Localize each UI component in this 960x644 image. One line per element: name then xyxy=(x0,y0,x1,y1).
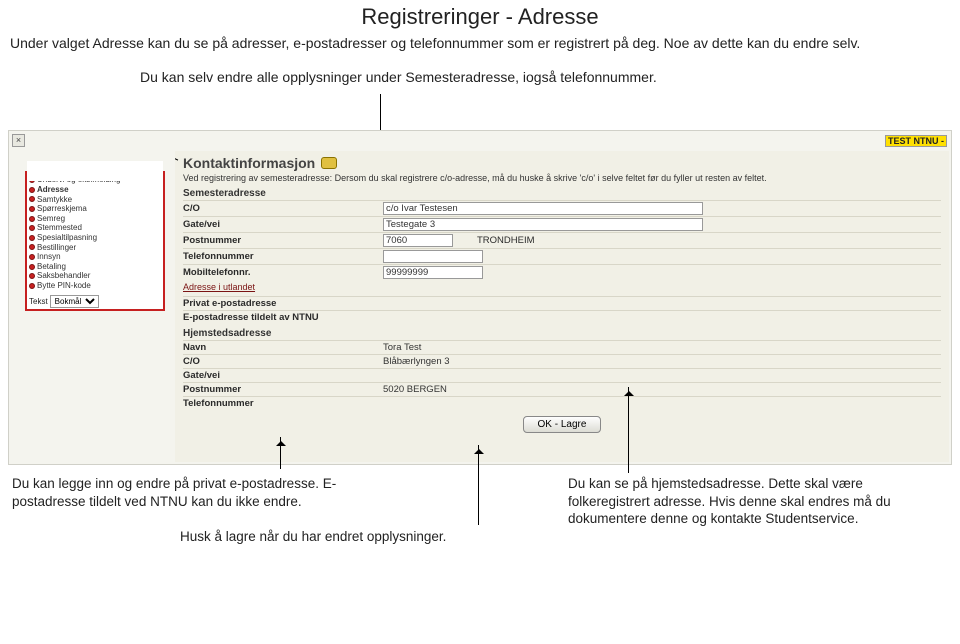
row-hjem-co: C/O Blåbærlyngen 3 xyxy=(183,354,941,368)
sidebar-top-cover xyxy=(27,161,163,181)
sidebar-item-saksbehandler[interactable]: Saksbehandler xyxy=(29,271,161,281)
input-co[interactable] xyxy=(383,202,703,215)
sidebar-item-samtykke[interactable]: Samtykke xyxy=(29,195,161,205)
link-utland[interactable]: Adresse i utlandet xyxy=(183,282,941,292)
input-mobil[interactable] xyxy=(383,266,483,279)
sidebar-item-adresse[interactable]: Adresse xyxy=(29,185,161,195)
app-screenshot: × TEST NTNU - Underv. og eks.melding Adr… xyxy=(8,130,952,465)
bullet-icon xyxy=(29,283,35,289)
note-husk: Husk å lagre når du har endret opplysnin… xyxy=(180,529,446,544)
intro-paragraph-2-text: Du kan selv endre alle opplysninger unde… xyxy=(140,69,657,85)
label-privat-epost: Privat e-postadresse xyxy=(183,298,383,309)
row-privat-epost: Privat e-postadresse xyxy=(183,296,941,310)
ok-lagre-button[interactable]: OK - Lagre xyxy=(523,416,602,433)
label-hjem-postnr: Postnummer xyxy=(183,384,383,395)
language-selector-row: Tekst Bokmål xyxy=(29,295,161,308)
environment-tag: TEST NTNU - xyxy=(885,135,947,147)
language-label: Tekst xyxy=(29,297,48,306)
close-icon[interactable]: × xyxy=(12,134,25,147)
sidebar-item-label: Spesialtilpasning xyxy=(37,233,97,243)
language-select[interactable]: Bokmål xyxy=(50,295,99,308)
label-tlf: Telefonnummer xyxy=(183,251,383,262)
bullet-icon xyxy=(29,187,35,193)
sidebar-item-semreg[interactable]: Semreg xyxy=(29,214,161,224)
sidebar-item-label: Samtykke xyxy=(37,195,72,205)
sidebar-item-bytte-pin[interactable]: Bytte PIN-kode xyxy=(29,281,161,291)
arrow-to-hjemsted xyxy=(628,387,629,473)
row-hjem-postnr: Postnummer 5020 BERGEN xyxy=(183,382,941,396)
bullet-icon xyxy=(29,235,35,241)
arrow-to-lagre xyxy=(478,445,479,525)
row-tlf: Telefonnummer xyxy=(183,248,941,264)
input-gate[interactable] xyxy=(383,218,703,231)
arrow-to-epost xyxy=(280,437,281,469)
sidebar-item-spesialtilpasning[interactable]: Spesialtilpasning xyxy=(29,233,161,243)
row-hjem-gate: Gate/vei xyxy=(183,368,941,382)
bullet-icon xyxy=(29,196,35,202)
row-mobil: Mobiltelefonnr. xyxy=(183,264,941,280)
section-hjemsted: Hjemstedsadresse xyxy=(183,328,941,339)
row-hjem-navn: Navn Tora Test xyxy=(183,340,941,354)
sidebar-item-label: Bestillinger xyxy=(37,243,76,253)
bullet-icon xyxy=(29,225,35,231)
sidebar-item-label: Betaling xyxy=(37,262,66,272)
label-hjem-navn: Navn xyxy=(183,342,383,353)
row-gate: Gate/vei xyxy=(183,216,941,232)
sidebar: Underv. og eks.melding Adresse Samtykke … xyxy=(25,171,165,311)
bullet-icon xyxy=(29,273,35,279)
label-gate: Gate/vei xyxy=(183,219,383,230)
value-hjem-co: Blåbærlyngen 3 xyxy=(383,356,450,367)
note-hjemsted: Du kan se på hjemstedsadresse. Dette ska… xyxy=(568,475,948,528)
row-co: C/O xyxy=(183,200,941,216)
bullet-icon xyxy=(29,254,35,260)
bullet-icon xyxy=(29,216,35,222)
section-semesteradresse: Semesteradresse xyxy=(183,188,941,199)
sidebar-item-label: Saksbehandler xyxy=(37,271,90,281)
sidebar-item-betaling[interactable]: Betaling xyxy=(29,262,161,272)
label-postnr: Postnummer xyxy=(183,235,383,246)
sidebar-item-bestillinger[interactable]: Bestillinger xyxy=(29,243,161,253)
label-co: C/O xyxy=(183,203,383,214)
main-panel: ↖ Kontaktinformasjon Ved registrering av… xyxy=(175,151,949,462)
bullet-icon xyxy=(29,244,35,250)
bullet-icon xyxy=(29,206,35,212)
face-icon xyxy=(321,157,337,169)
label-hjem-tlf: Telefonnummer xyxy=(183,398,383,409)
page-title: Registreringer - Adresse xyxy=(0,0,960,32)
city-text: TRONDHEIM xyxy=(477,235,535,246)
sidebar-item-stemmested[interactable]: Stemmested xyxy=(29,223,161,233)
row-hjem-tlf: Telefonnummer xyxy=(183,396,941,410)
intro-paragraph-2: Du kan selv endre alle opplysninger unde… xyxy=(0,54,960,92)
sidebar-item-sporreskjema[interactable]: Spørreskjema xyxy=(29,204,161,214)
input-tlf[interactable] xyxy=(383,250,483,263)
label-hjem-co: C/O xyxy=(183,356,383,367)
bullet-icon xyxy=(29,264,35,270)
value-hjem-postnr: 5020 BERGEN xyxy=(383,384,447,395)
input-postnr[interactable] xyxy=(383,234,453,247)
value-hjem-navn: Tora Test xyxy=(383,342,421,353)
sidebar-item-label: Innsyn xyxy=(37,252,61,262)
cursor-icon: ↖ xyxy=(175,151,181,166)
label-ntnu-epost: E-postadresse tildelt av NTNU xyxy=(183,312,383,323)
sidebar-item-innsyn[interactable]: Innsyn xyxy=(29,252,161,262)
note-epost: Du kan legge inn og endre på privat e-po… xyxy=(12,475,382,528)
sidebar-item-label: Spørreskjema xyxy=(37,204,87,214)
row-postnr: Postnummer TRONDHEIM xyxy=(183,232,941,248)
bottom-notes: Du kan legge inn og endre på privat e-po… xyxy=(0,465,960,528)
label-hjem-gate: Gate/vei xyxy=(183,370,383,381)
intro-paragraph-1: Under valget Adresse kan du se på adress… xyxy=(0,32,960,54)
label-mobil: Mobiltelefonnr. xyxy=(183,267,383,278)
sidebar-item-label: Adresse xyxy=(37,185,69,195)
instruction-text: Ved registrering av semesteradresse: Der… xyxy=(183,173,941,184)
sidebar-item-label: Semreg xyxy=(37,214,65,224)
sidebar-item-label: Stemmested xyxy=(37,223,82,233)
row-ntnu-epost: E-postadresse tildelt av NTNU xyxy=(183,310,941,324)
main-heading: Kontaktinformasjon xyxy=(183,155,315,171)
sidebar-item-label: Bytte PIN-kode xyxy=(37,281,91,291)
